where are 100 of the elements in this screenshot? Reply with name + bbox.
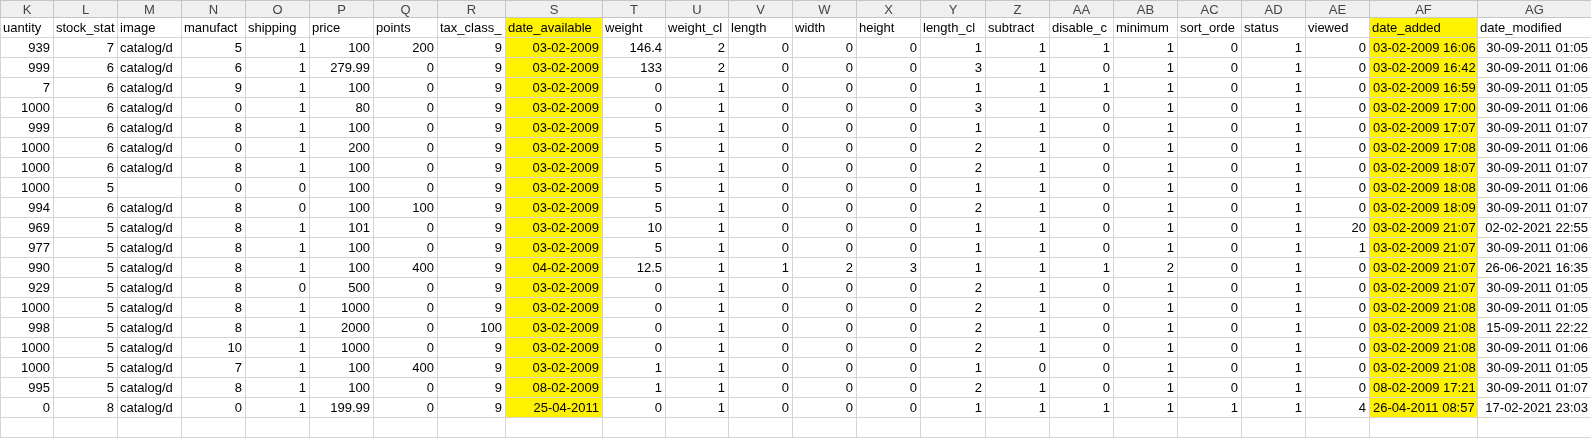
table-cell: 1000 [0,337,54,358]
table-cell: 0 [1049,317,1114,338]
column-letter[interactable]: AA [1049,0,1114,18]
table-cell: 0 [373,97,438,118]
table-cell: 0 [728,57,793,78]
table-cell: 5 [53,297,118,318]
table-cell: 1 [1113,137,1178,158]
column-letter[interactable]: Q [373,0,438,18]
table-cell: 0 [373,317,438,338]
table-cell: 0 [1177,57,1242,78]
column-letter[interactable]: O [245,0,310,18]
column-letter[interactable]: AD [1241,0,1306,18]
table-cell: 1 [245,337,310,358]
table-cell: 9 [437,197,506,218]
table-cell: 8 [181,297,246,318]
table-cell: 1 [920,217,986,238]
table-cell: 0 [1177,237,1242,258]
table-cell: 1 [665,117,729,138]
column-letter[interactable]: M [117,0,182,18]
table-cell: 8 [181,237,246,258]
table-cell: 5 [53,257,118,278]
table-cell: 0 [792,337,857,358]
table-cell: 0 [1177,257,1242,278]
table-cell: 0 [856,97,921,118]
column-letter[interactable]: AC [1177,0,1242,18]
table-cell: 1 [1241,297,1306,318]
table-cell: 1 [245,217,310,238]
column-letter[interactable]: Y [920,0,986,18]
column-letter[interactable]: AG [1477,0,1591,18]
table-cell: 1 [1113,377,1178,398]
column-letter[interactable]: L [53,0,118,18]
table-cell: 0 [1177,217,1242,238]
table-cell: 9 [437,237,506,258]
table-cell: 0 [1177,177,1242,198]
table-cell: 2 [665,37,729,58]
table-cell: 1 [665,257,729,278]
table-cell: 0 [856,57,921,78]
table-cell: 0 [1177,137,1242,158]
table-cell: 1 [1113,97,1178,118]
table-cell: 1 [665,137,729,158]
table-cell: 0 [856,397,921,418]
table-cell: 994 [0,197,54,218]
table-cell: 1 [985,237,1050,258]
table-cell: 1000 [309,337,374,358]
column-letter[interactable]: AB [1113,0,1178,18]
column-letter[interactable]: N [181,0,246,18]
table-cell: 1 [985,317,1050,338]
table-cell: 1 [602,377,666,398]
table-cell: catalog/d [117,277,182,298]
column-letter[interactable]: AE [1305,0,1370,18]
table-cell: 0 [856,237,921,258]
table-cell: 1 [920,177,986,198]
table-cell: 12.5 [602,257,666,278]
table-cell: 1 [985,217,1050,238]
column-letter[interactable]: AF [1369,0,1478,18]
table-cell: 9 [437,397,506,418]
table-cell: 7 [181,357,246,378]
table-cell: catalog/d [117,357,182,378]
column-letter[interactable]: U [665,0,729,18]
table-cell: 2 [920,337,986,358]
table-cell: 1 [1241,237,1306,258]
table-cell: 0 [792,397,857,418]
table-cell: 2 [920,377,986,398]
column-letter[interactable]: T [602,0,666,18]
table-cell: 1 [245,117,310,138]
table-cell: catalog/d [117,157,182,178]
column-letter[interactable]: V [728,0,793,18]
column-letter[interactable]: R [437,0,506,18]
table-cell: 0 [1305,97,1370,118]
column-letter[interactable]: Z [985,0,1050,18]
table-cell: 1 [1241,97,1306,118]
table-cell: 9 [437,97,506,118]
column-letter[interactable]: X [856,0,921,18]
table-cell: 5 [602,177,666,198]
table-cell: 1 [1049,257,1114,278]
column-letter[interactable]: K [0,0,54,18]
table-cell: 100 [309,197,374,218]
table-cell: 0 [728,337,793,358]
column-letter[interactable]: W [792,0,857,18]
table-cell: 0 [792,317,857,338]
table-cell: 7 [53,37,118,58]
table-cell: catalog/d [117,117,182,138]
table-cell: 0 [245,197,310,218]
table-cell: 1 [1177,397,1242,418]
table-cell: 0 [373,397,438,418]
table-cell: 0 [373,337,438,358]
column-letter[interactable]: S [505,0,603,18]
table-cell: 6 [53,157,118,178]
column-letter[interactable]: P [309,0,374,18]
table-cell: 9 [437,177,506,198]
table-cell: 6 [53,77,118,98]
table-cell: 1 [920,77,986,98]
header-cell: subtract [985,17,1050,38]
table-cell: 3 [920,97,986,118]
table-cell: 0 [728,197,793,218]
table-cell: 1 [665,237,729,258]
table-cell: 500 [309,277,374,298]
header-cell: height [856,17,921,38]
table-cell: 20 [1305,217,1370,238]
table-cell: 0 [602,397,666,418]
